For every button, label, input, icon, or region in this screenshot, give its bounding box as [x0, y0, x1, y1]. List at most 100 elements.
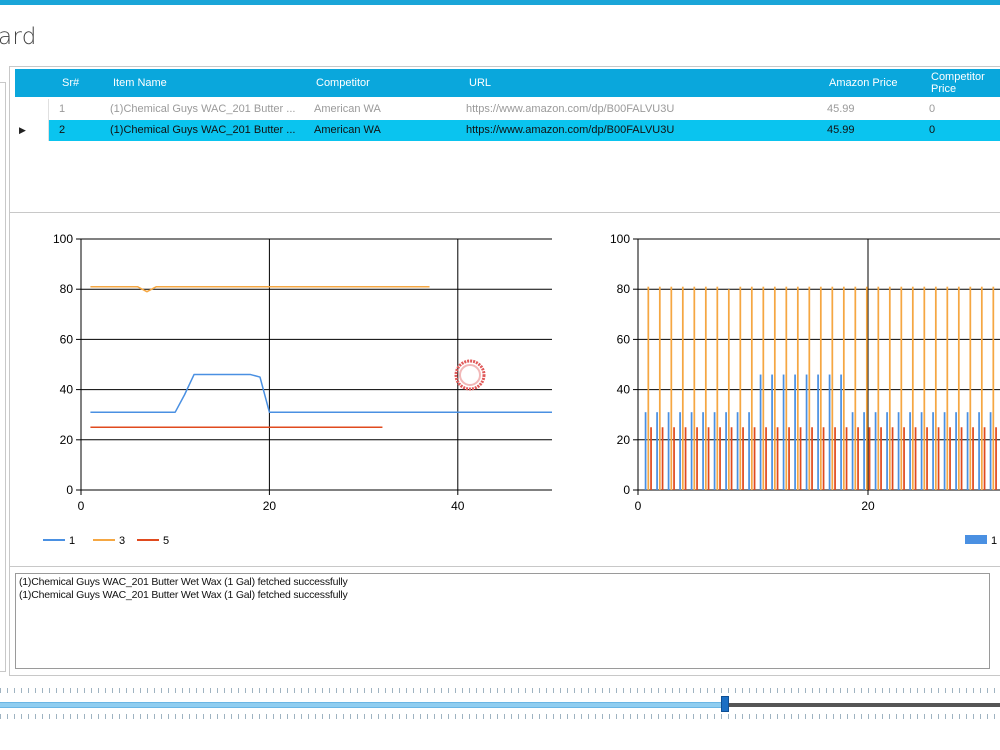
bar	[796, 286, 799, 490]
header-indicator	[15, 69, 48, 97]
bar	[762, 286, 765, 490]
y-tick-label: 60	[60, 332, 74, 346]
slider-thumb[interactable]	[721, 696, 729, 712]
y-tick-label: 80	[617, 282, 631, 296]
bar	[750, 286, 753, 490]
column-header-sr[interactable]: Sr#	[62, 69, 79, 97]
column-header-url[interactable]: URL	[469, 69, 491, 97]
bar-chart: 0 20 40 60 80 100 0 20 1	[610, 232, 1000, 547]
bar	[840, 374, 842, 490]
line-chart: 0 20 40 60 80 100 0 20 40 1 3 5	[43, 232, 552, 547]
cell-sr: 2	[59, 124, 66, 136]
bar	[736, 412, 739, 490]
bar	[753, 427, 756, 490]
bar	[693, 286, 696, 490]
bar	[707, 427, 710, 490]
bar	[684, 427, 687, 490]
bar	[811, 427, 813, 490]
bar	[673, 427, 675, 490]
cell-amazon-price: 45.99	[827, 124, 855, 136]
left-panel	[0, 82, 6, 672]
bar	[909, 412, 911, 490]
bar	[667, 412, 670, 490]
table-row[interactable]: 1 (1)Chemical Guys WAC_201 Butter ... Am…	[15, 99, 1000, 120]
bar	[851, 412, 854, 490]
legend-label: 3	[119, 535, 125, 547]
bar	[992, 286, 995, 490]
bar	[983, 427, 986, 490]
bar	[891, 427, 894, 490]
bar	[713, 412, 716, 490]
legend-label: 5	[163, 535, 169, 547]
y-tick-label: 60	[617, 332, 631, 346]
x-tick-label: 20	[263, 499, 277, 513]
bar	[765, 427, 767, 490]
y-tick-label: 100	[610, 232, 630, 246]
bar	[702, 412, 704, 490]
grid-header: Sr# Item Name Competitor URL Amazon Pric…	[15, 69, 1000, 97]
row-header[interactable]	[15, 99, 49, 120]
table-row-selected[interactable]: ▶ 2 (1)Chemical Guys WAC_201 Butter ... …	[15, 120, 1000, 141]
legend-label: 1	[69, 535, 75, 547]
bar	[788, 427, 790, 490]
y-tick-label: 20	[617, 433, 631, 447]
bar	[888, 286, 891, 490]
bar	[808, 286, 811, 490]
bar	[658, 286, 661, 490]
bar	[903, 427, 905, 490]
current-row-arrow-icon: ▶	[19, 125, 26, 135]
cell-item-name: (1)Chemical Guys WAC_201 Butter ...	[110, 103, 296, 115]
bar	[727, 289, 730, 490]
chart-log-divider	[9, 566, 1000, 567]
bar	[799, 427, 802, 490]
cell-url: https://www.amazon.com/dp/B00FALVU3U	[466, 124, 675, 136]
bar	[980, 286, 983, 490]
x-tick-label: 40	[451, 499, 465, 513]
x-tick-label: 0	[635, 499, 642, 513]
bar	[880, 427, 882, 490]
bar	[937, 427, 940, 490]
column-header-item-name[interactable]: Item Name	[113, 69, 167, 97]
log-line: (1)Chemical Guys WAC_201 Butter Wet Wax …	[19, 589, 348, 601]
bar	[946, 286, 949, 490]
bar	[932, 412, 934, 490]
cell-competitor: American WA	[314, 124, 381, 136]
cell-competitor-price: 0	[929, 103, 936, 115]
status-log[interactable]: (1)Chemical Guys WAC_201 Butter Wet Wax …	[15, 573, 990, 669]
bar	[690, 412, 693, 490]
bar	[650, 427, 652, 490]
legend-label: 1	[991, 535, 997, 547]
bar	[886, 412, 888, 490]
bar	[943, 412, 946, 490]
bar	[955, 412, 957, 490]
x-tick-label: 0	[78, 499, 85, 513]
bar	[834, 427, 836, 490]
bar	[661, 427, 664, 490]
bar	[920, 412, 923, 490]
column-header-competitor[interactable]: Competitor	[316, 69, 370, 97]
log-line: (1)Chemical Guys WAC_201 Butter Wet Wax …	[19, 576, 348, 588]
grid-chart-divider	[9, 212, 1000, 213]
cell-competitor-price: 0	[929, 124, 936, 136]
cell-item-name: (1)Chemical Guys WAC_201 Butter ...	[110, 124, 296, 136]
bar	[900, 286, 903, 490]
bar	[759, 374, 762, 490]
slider-track[interactable]	[728, 703, 1000, 707]
bar	[679, 412, 681, 490]
bar	[868, 427, 871, 490]
bar	[771, 374, 773, 490]
column-header-competitor-price[interactable]: Competitor Price	[931, 71, 991, 99]
bar	[831, 286, 834, 490]
y-tick-label: 20	[60, 433, 74, 447]
bar	[794, 374, 796, 490]
column-header-amazon-price[interactable]: Amazon Price	[829, 69, 897, 97]
bar	[776, 427, 779, 490]
row-header[interactable]: ▶	[15, 120, 49, 141]
data-grid[interactable]: Sr# Item Name Competitor URL Amazon Pric…	[15, 69, 1000, 211]
y-tick-label: 40	[60, 383, 74, 397]
cell-url: https://www.amazon.com/dp/B00FALVU3U	[466, 103, 675, 115]
bar	[863, 412, 865, 490]
x-tick-label: 20	[861, 499, 875, 513]
bar	[874, 412, 877, 490]
zoom-slider[interactable]	[0, 686, 1000, 720]
